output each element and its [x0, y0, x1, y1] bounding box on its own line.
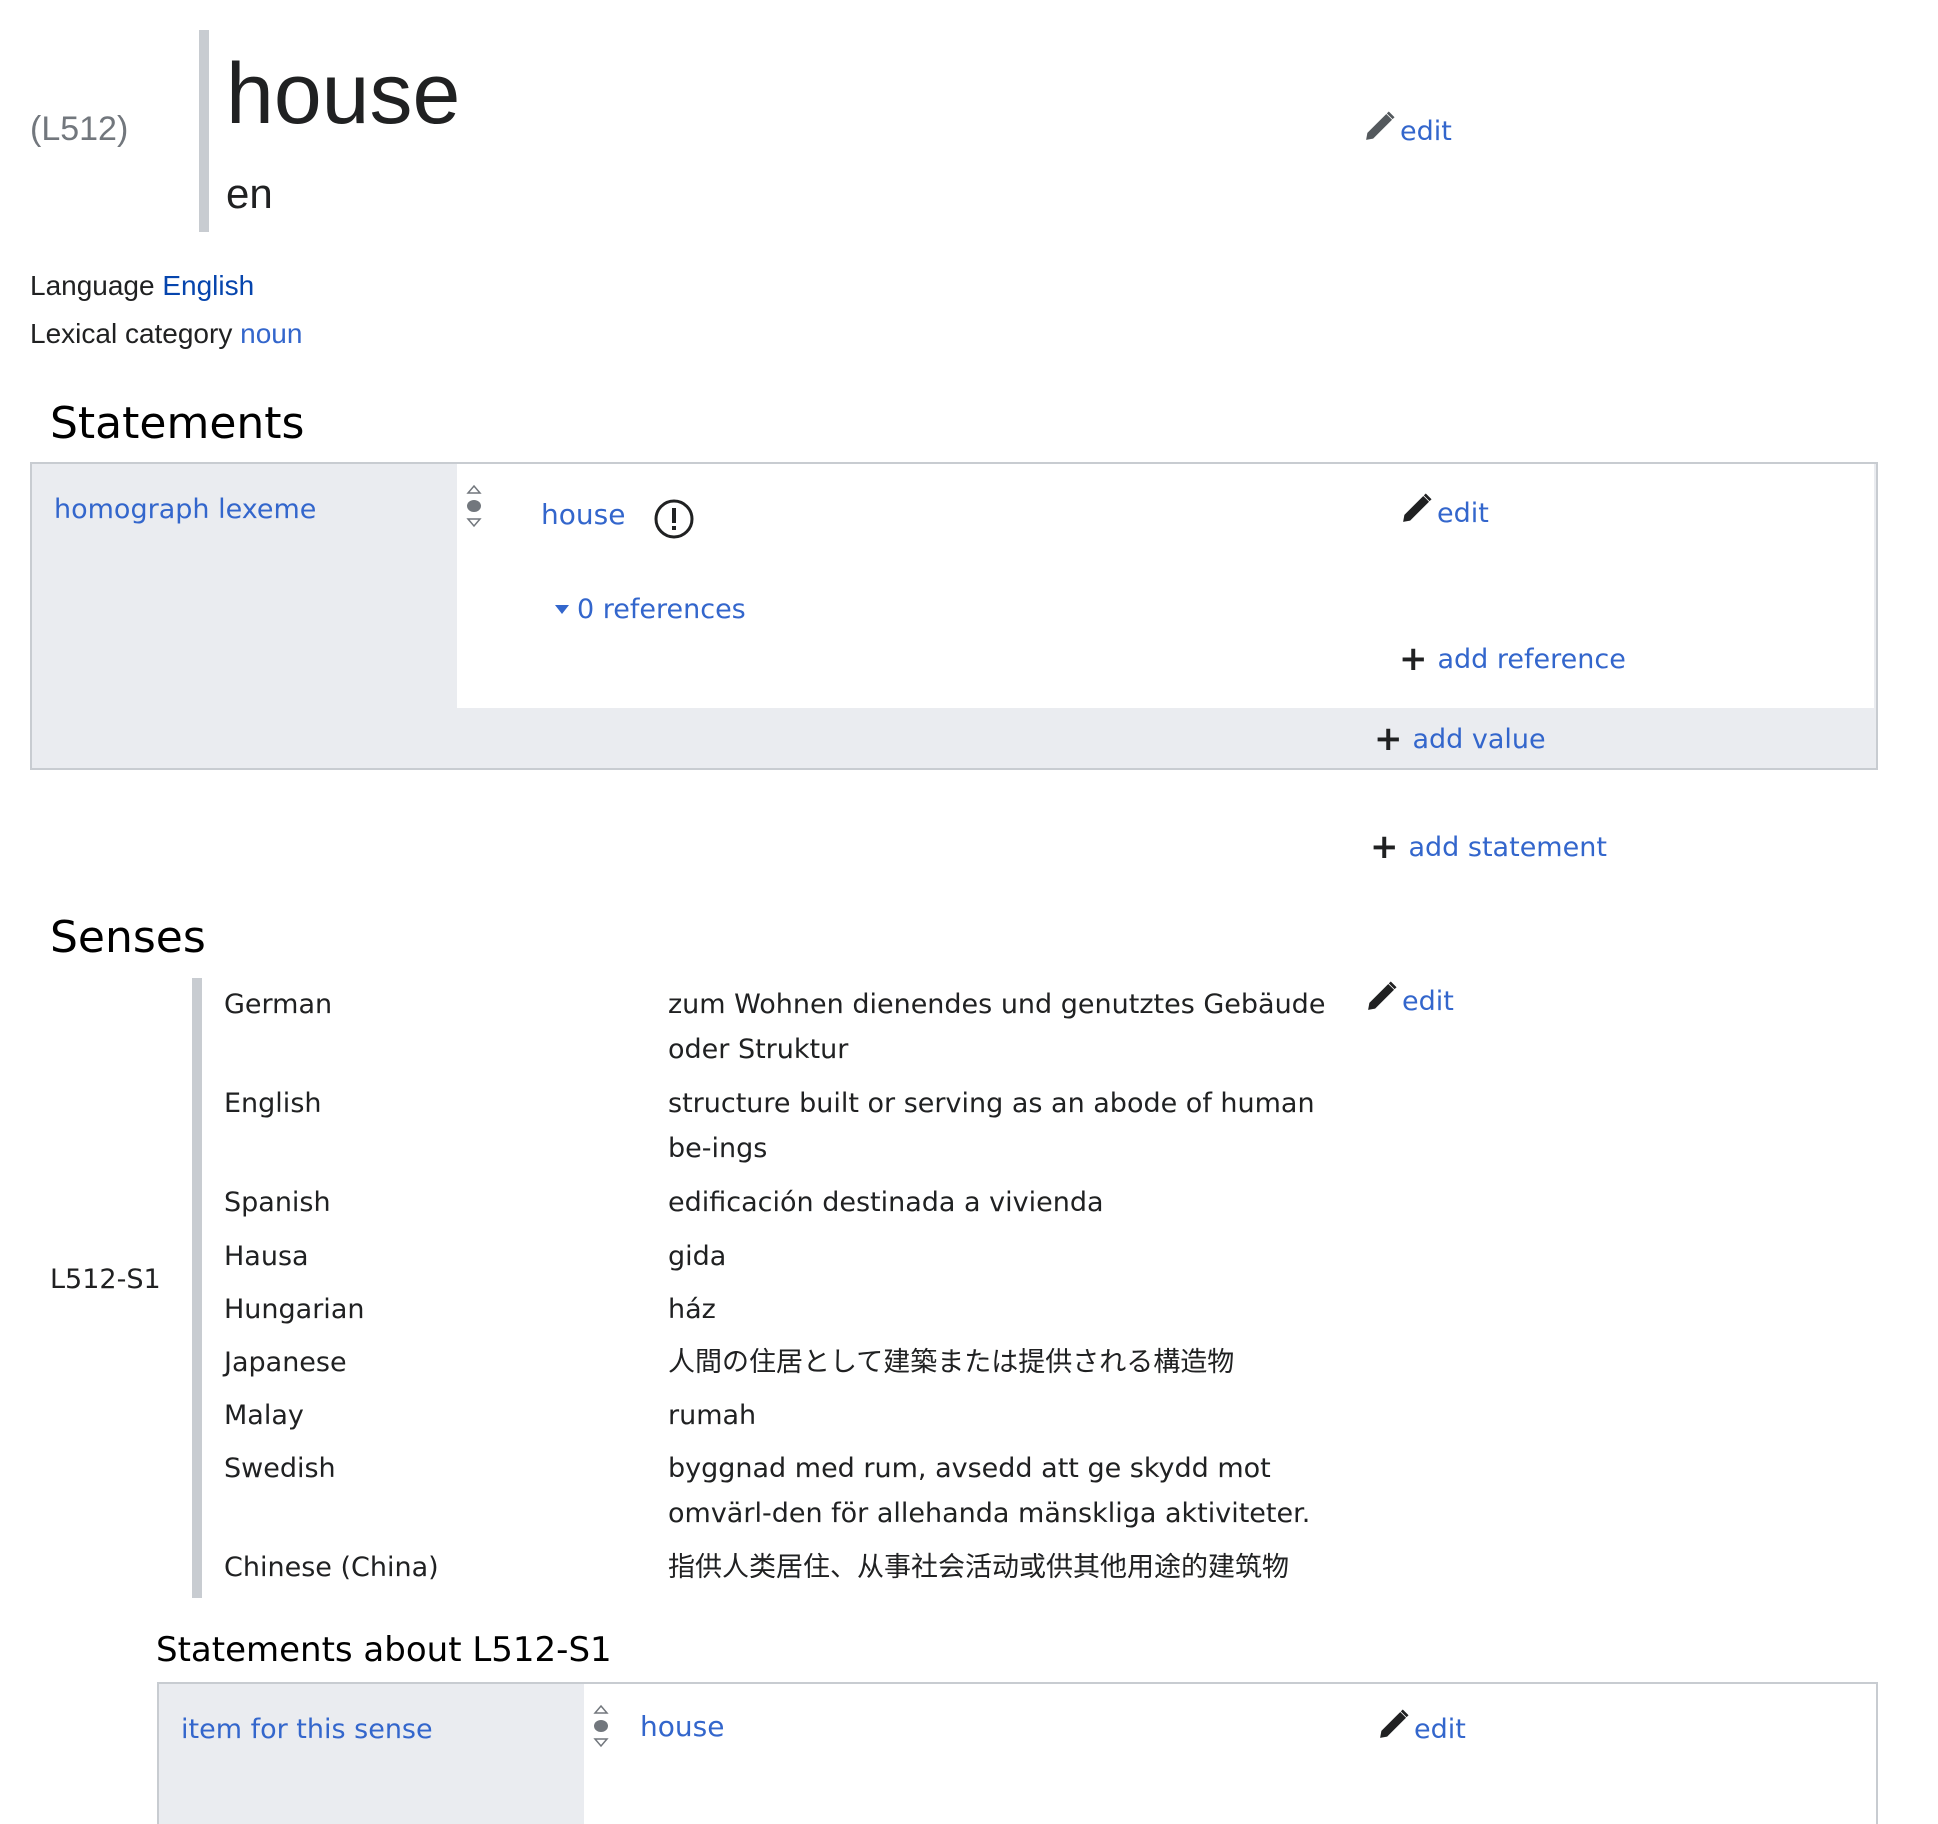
- property-link[interactable]: item for this sense: [181, 1714, 433, 1745]
- gloss-language: Hungarian: [224, 1294, 365, 1325]
- pencil-icon: [1362, 980, 1398, 1023]
- statement-value-link[interactable]: house: [541, 498, 625, 531]
- add-value-label: add value: [1412, 723, 1546, 755]
- gloss-language: Japanese: [224, 1347, 347, 1378]
- statement-value-link[interactable]: house: [640, 1710, 724, 1743]
- statement-group-homograph: homograph lexeme house edit 0 references…: [30, 462, 1878, 770]
- add-statement-button[interactable]: + add statement: [1370, 830, 1607, 864]
- sense-statements-heading: Statements about L512-S1: [156, 1630, 612, 1670]
- references-toggle[interactable]: 0 references: [555, 594, 746, 625]
- plus-icon: +: [1399, 639, 1428, 679]
- page-title: house: [226, 46, 461, 142]
- statement-edit-button[interactable]: edit: [1397, 492, 1489, 535]
- senses-heading: Senses: [50, 912, 206, 963]
- edit-label: edit: [1400, 116, 1452, 147]
- gloss-language: Malay: [224, 1400, 304, 1431]
- pencil-icon: [1374, 1708, 1410, 1751]
- edit-label: edit: [1414, 1714, 1466, 1745]
- statement-group-item-for-sense: item for this sense house edit: [157, 1682, 1878, 1824]
- gloss-text: zum Wohnen dienendes und genutztes Gebäu…: [668, 989, 1326, 1065]
- plus-icon: +: [1370, 827, 1399, 867]
- gloss-text: 人間の住居として建築または提供される構造物: [668, 1347, 1235, 1378]
- gloss-language: Hausa: [224, 1241, 309, 1272]
- lexical-category-label: Lexical category: [30, 318, 233, 349]
- gloss-language: Spanish: [224, 1187, 331, 1218]
- add-value-button[interactable]: + add value: [1374, 722, 1546, 756]
- gloss-text: byggnad med rum, avsedd att ge skydd mot…: [668, 1453, 1311, 1529]
- gloss-language: German: [224, 989, 333, 1020]
- lexeme-meta: Language English Lexical category noun: [30, 262, 302, 358]
- property-link[interactable]: homograph lexeme: [54, 494, 316, 525]
- language-link[interactable]: English: [162, 270, 254, 301]
- statement-edit-button[interactable]: edit: [1374, 1708, 1466, 1751]
- edit-label: edit: [1437, 498, 1489, 529]
- header-divider: [199, 30, 209, 232]
- warning-icon[interactable]: [653, 498, 695, 540]
- lexical-category-row: Lexical category noun: [30, 310, 302, 358]
- lexical-category-link[interactable]: noun: [240, 318, 302, 349]
- gloss-text: rumah: [668, 1400, 757, 1431]
- sense-id: L512-S1: [50, 1264, 161, 1295]
- triangle-down-icon: [555, 605, 569, 614]
- gloss-text: 指供人类居住、从事社会活动或供其他用途的建筑物: [668, 1552, 1289, 1583]
- add-reference-label: add reference: [1437, 643, 1626, 675]
- add-statement-label: add statement: [1408, 831, 1607, 863]
- language-label: Language: [30, 270, 155, 301]
- statement-body: house edit 0 references + add reference: [457, 464, 1874, 708]
- statements-heading: Statements: [50, 398, 305, 449]
- gloss-language: Swedish: [224, 1453, 336, 1484]
- gloss-language: Chinese (China): [224, 1552, 439, 1583]
- edit-label: edit: [1402, 986, 1454, 1017]
- add-reference-button[interactable]: + add reference: [1399, 642, 1626, 676]
- plus-icon: +: [1374, 719, 1403, 759]
- pencil-icon: [1397, 492, 1433, 535]
- header-edit-button[interactable]: edit: [1360, 110, 1452, 153]
- lemma-language-code: en: [226, 170, 273, 217]
- rank-selector-icon[interactable]: [465, 484, 483, 528]
- gloss-language: English: [224, 1088, 322, 1119]
- pencil-icon: [1360, 110, 1396, 153]
- gloss-text: gida: [668, 1241, 727, 1272]
- sense-divider: [192, 978, 202, 1598]
- sense-edit-button[interactable]: edit: [1362, 980, 1454, 1023]
- statement-body: house edit: [584, 1684, 1876, 1824]
- rank-selector-icon[interactable]: [592, 1704, 610, 1748]
- gloss-text: edificación destinada a vivienda: [668, 1187, 1104, 1218]
- references-count: 0 references: [577, 594, 746, 625]
- gloss-text: ház: [668, 1294, 716, 1325]
- lexeme-id: (L512): [30, 110, 129, 148]
- gloss-text: structure built or serving as an abode o…: [668, 1088, 1315, 1164]
- language-row: Language English: [30, 262, 302, 310]
